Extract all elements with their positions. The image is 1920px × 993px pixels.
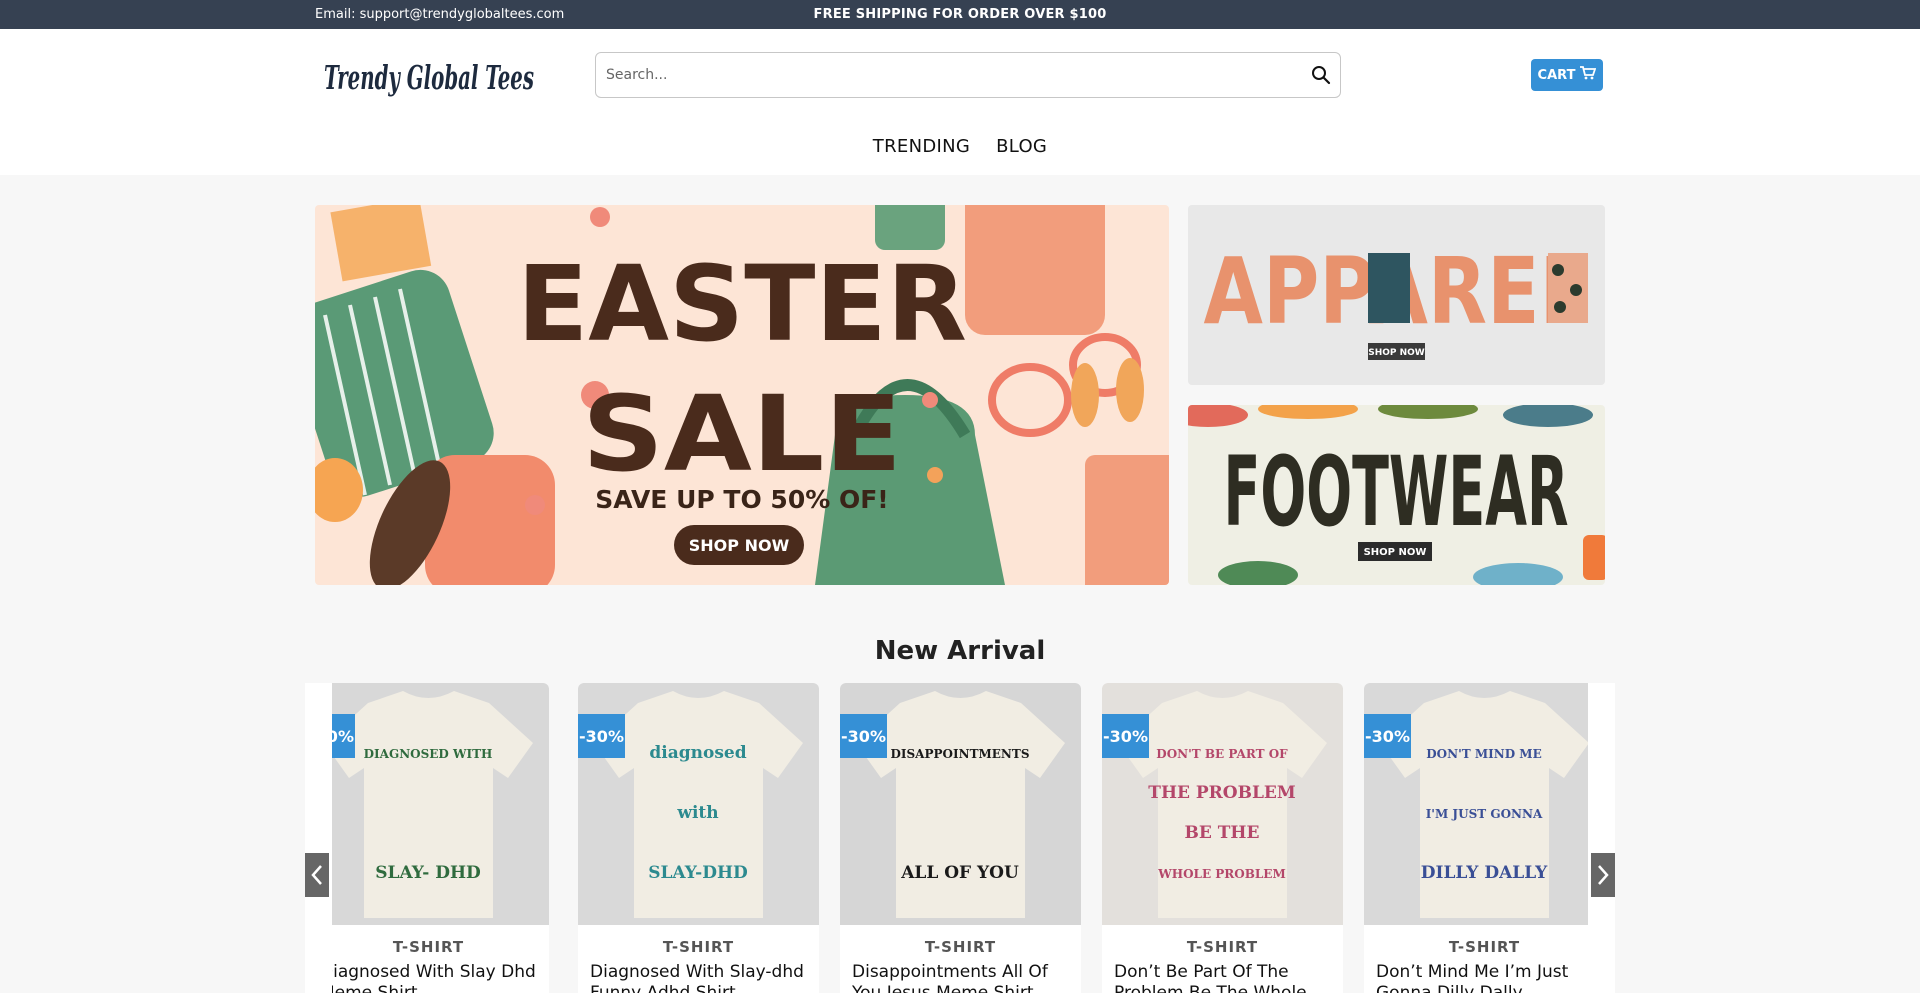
- sandal-2: [1116, 358, 1144, 422]
- top-bar: Email: support@trendyglobaltees.com FREE…: [0, 0, 1920, 29]
- flower-5: [927, 467, 943, 483]
- tshirt-print-text: diagnosed: [649, 743, 746, 763]
- product-image[interactable]: DIAGNOSED WITHSLAY- DHD-30%: [308, 683, 549, 925]
- product-card[interactable]: DON'T MIND ME I'M JUST GONNA DILLY DALLY -3…: [1364, 683, 1605, 993]
- carousel-next-button[interactable]: [1591, 853, 1615, 897]
- shoe-5: [1218, 561, 1298, 585]
- tshirt-print-text: BE THE: [1185, 823, 1260, 843]
- flower-3: [922, 392, 938, 408]
- shipping-promo: FREE SHIPPING FOR ORDER OVER $100: [813, 7, 1107, 22]
- tshirt-shape: [324, 691, 533, 918]
- chevron-right-icon: [1598, 865, 1609, 885]
- footwear-shop-now: SHOP NOW: [1364, 547, 1427, 558]
- product-card[interactable]: DON'T BE PART OF THE PROBLEM BE THE WHOLE P…: [1102, 683, 1343, 993]
- shoe-4: [1503, 405, 1593, 427]
- product-image[interactable]: DON'T MIND ME I'M JUST GONNA DILLY DALLY -3…: [1364, 683, 1605, 925]
- footwear-title: FOOTWEAR: [1224, 436, 1569, 548]
- search-input[interactable]: [606, 53, 1286, 97]
- orange-box-shape: [330, 205, 432, 282]
- sandal-1: [1071, 363, 1099, 427]
- logo-wordmark: Trendy Global Tees: [324, 58, 534, 97]
- cart-icon: [1580, 66, 1597, 84]
- product-category: T-SHIRT: [1448, 938, 1521, 956]
- shoe-6: [1473, 563, 1563, 585]
- carousel-edge-right: [1588, 683, 1615, 993]
- apparel-letter-block: [1548, 253, 1588, 323]
- banner-line-2: SALE: [582, 373, 902, 495]
- product-category: T-SHIRT: [1186, 938, 1259, 956]
- product-title[interactable]: Don’t Mind Me I’m Just Gonna Dilly Dally…: [1364, 962, 1605, 993]
- discount-badge: -30%: [1364, 714, 1411, 758]
- easter-sale-banner[interactable]: EASTER SALE SAVE UP TO 50% OF! SHOP NOW: [315, 205, 1169, 585]
- carousel-edge-left: [305, 683, 332, 993]
- cart-button[interactable]: CART: [1531, 59, 1603, 91]
- tshirt-print-text: THE PROBLEM: [1148, 783, 1296, 803]
- site-header: Trendy Global Tees CART TRENDING BLOG: [0, 29, 1920, 175]
- product-image[interactable]: DON'T BE PART OF THE PROBLEM BE THE WHOLE P…: [1102, 683, 1343, 925]
- tshirt-shape: [856, 691, 1065, 918]
- nav-trending[interactable]: TRENDING: [873, 136, 970, 157]
- flower-4: [590, 207, 610, 227]
- apparel-letter-r: [1368, 253, 1410, 323]
- nav-blog[interactable]: BLOG: [996, 136, 1047, 157]
- product-title[interactable]: Diagnosed With Slay Dhd Meme Shirt: [308, 962, 549, 993]
- tshirt-shape: [1380, 691, 1589, 918]
- tshirt-print-text: I'M JUST GONNA: [1426, 807, 1543, 821]
- shoe-2: [1258, 405, 1358, 419]
- search-box: [595, 52, 1341, 98]
- sunglasses-left: [988, 363, 1072, 437]
- apparel-banner[interactable]: APPAREL SHOP NOW: [1188, 205, 1605, 385]
- product-image[interactable]: diagnosed with SLAY-DHD -30%: [578, 683, 819, 925]
- tshirt-print-text: SLAY- DHD: [375, 863, 481, 883]
- tshirt-print-text: DILLY DALLY: [1421, 863, 1548, 883]
- product-title[interactable]: Don’t Be Part Of The Problem Be The Whol…: [1102, 962, 1343, 993]
- tshirt-print-text: SLAY-DHD: [648, 863, 748, 883]
- tshirt-print-text: DON'T BE PART OF: [1156, 747, 1288, 761]
- footwear-art: FOOTWEAR SHOP NOW: [1188, 405, 1605, 585]
- product-card[interactable]: DIAGNOSED WITHSLAY- DHD-30%T-SHIRTDiagno…: [308, 683, 549, 993]
- chevron-left-icon: [311, 865, 322, 885]
- new-arrival-title: New Arrival: [874, 636, 1046, 666]
- product-category: T-SHIRT: [662, 938, 735, 956]
- discount-badge: -30%: [1102, 714, 1149, 758]
- carousel-prev-button[interactable]: [305, 853, 329, 897]
- footwear-banner[interactable]: FOOTWEAR SHOP NOW: [1188, 405, 1605, 585]
- discount-badge: -30%: [840, 714, 887, 758]
- product-title[interactable]: Disappointments All Of You Jesus Meme Sh…: [840, 962, 1081, 993]
- banner-subtitle: SAVE UP TO 50% OF!: [595, 485, 888, 514]
- product-category: T-SHIRT: [924, 938, 997, 956]
- product-card[interactable]: DISAPPOINTMENTS ALL OF YOU -30% T-SHIRT Disa…: [840, 683, 1081, 993]
- tshirt-print-text: with: [676, 803, 718, 823]
- search-icon[interactable]: [1310, 64, 1332, 86]
- tshirt-print-text: ALL OF YOU: [900, 863, 1019, 883]
- site-logo[interactable]: Trendy Global Tees: [322, 47, 537, 107]
- product-category: T-SHIRT: [392, 938, 465, 956]
- shoe-1: [1188, 405, 1248, 427]
- easter-sale-art: EASTER SALE SAVE UP TO 50% OF! SHOP NOW: [315, 205, 1169, 585]
- product-image[interactable]: DISAPPOINTMENTS ALL OF YOU -30%: [840, 683, 1081, 925]
- shoe-3: [1378, 405, 1478, 419]
- product-title[interactable]: Diagnosed With Slay-dhd Funny Adhd Shirt: [578, 962, 819, 993]
- discount-badge: -30%: [578, 714, 625, 758]
- logo-text: Trendy Global Tees: [324, 58, 534, 97]
- coral-pants-shape: [1085, 455, 1169, 585]
- product-card[interactable]: diagnosed with SLAY-DHD -30% T-SHIRT Diagnose…: [578, 683, 819, 993]
- product-carousel: DIAGNOSED WITH SLAY- DHD -30% T-SHIRT Diagno…: [305, 683, 1615, 993]
- apparel-shop-now: SHOP NOW: [1368, 348, 1425, 358]
- coral-tank-shape: [965, 205, 1105, 335]
- shoe-7: [1583, 535, 1605, 580]
- cart-label: CART: [1537, 67, 1576, 83]
- tshirt-print-text: DISAPPOINTMENTS: [890, 747, 1029, 761]
- banner-line-1: EASTER: [517, 243, 967, 365]
- tshirt-print-text: DON'T MIND ME: [1426, 747, 1542, 761]
- tshirt-shape: [1118, 691, 1327, 918]
- main-nav: TRENDING BLOG: [0, 136, 1920, 157]
- tshirt-print-text: WHOLE PROBLEM: [1157, 867, 1286, 881]
- flower-2: [525, 495, 545, 515]
- tshirt-print-text: DIAGNOSED WITH: [364, 747, 493, 761]
- apparel-art: APPAREL SHOP NOW: [1204, 238, 1589, 360]
- shop-now-button: SHOP NOW: [689, 536, 790, 555]
